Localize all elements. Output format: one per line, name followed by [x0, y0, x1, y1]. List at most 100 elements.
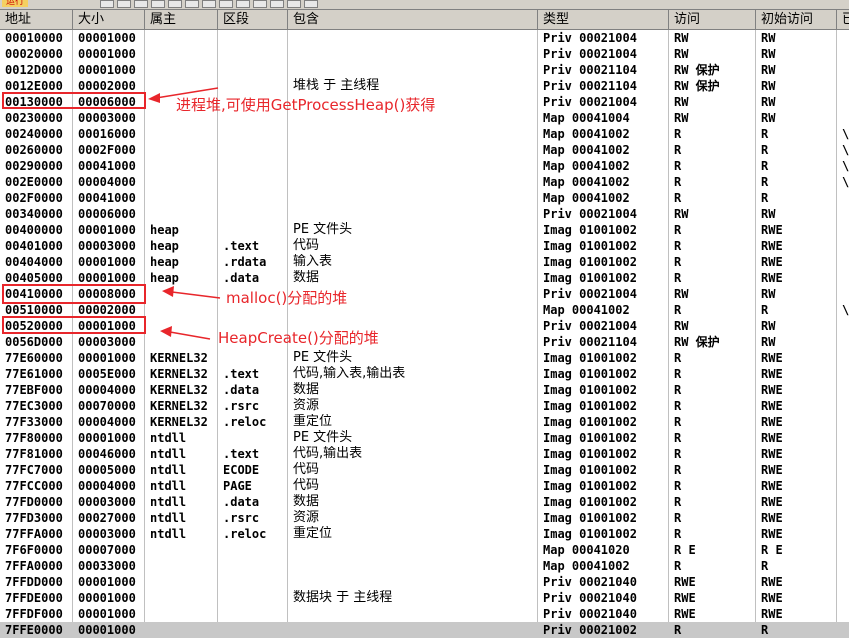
column-header: 地址 大小 属主 区段 包含 类型 访问 初始访问 已: [0, 10, 849, 30]
cell-address: 77EC3000: [5, 399, 63, 413]
table-row[interactable]: 00400000 00001000 heap PE 文件头 Imag 01001002 R…: [0, 222, 849, 238]
cell-access: RW: [674, 31, 689, 45]
toolbar-button-4[interactable]: [168, 0, 182, 8]
toolbar-button-8[interactable]: [236, 0, 250, 8]
cell-address: 77FD0000: [5, 495, 63, 509]
cell-access: R: [674, 527, 682, 541]
cell-access: R: [674, 159, 682, 173]
table-row[interactable]: 7FFDD000 00001000 Priv 00021040 RWE RWE: [0, 574, 849, 590]
cell-contains: 数据: [293, 270, 320, 285]
toolbar-button-6[interactable]: [202, 0, 216, 8]
toolbar-button-10[interactable]: [270, 0, 284, 8]
col-header-initial-access[interactable]: 初始访问: [756, 10, 837, 29]
cell-type: Imag 01001002: [543, 447, 637, 461]
cell-mapped: [837, 414, 849, 430]
cell-initial-access: RWE: [761, 223, 783, 237]
table-row[interactable]: 00404000 00001000 heap .rdata 输入表 Imag 010010…: [0, 254, 849, 270]
table-row[interactable]: 00260000 0002F000 Map 00041002 R R \: [0, 142, 849, 158]
cell-address: 00230000: [5, 111, 63, 125]
table-row[interactable]: 77F33000 00004000 KERNEL32 .reloc 重定位 Imag 01…: [0, 414, 849, 430]
cell-contains: [288, 542, 538, 558]
table-row[interactable]: 0056D000 00003000 Priv 00021104 RW 保护 RW: [0, 334, 849, 350]
cell-owner: [145, 126, 218, 142]
cell-section: [218, 430, 288, 446]
toolbar-button-7[interactable]: [219, 0, 233, 8]
table-row[interactable]: 77EBF000 00004000 KERNEL32 .data 数据 Imag 0100…: [0, 382, 849, 398]
cell-initial-access: RWE: [761, 511, 783, 525]
cell-type: Map 00041002: [543, 175, 630, 189]
cell-initial-access: RWE: [761, 367, 783, 381]
table-row[interactable]: 7FFE0000 00001000 Priv 00021002 R R: [0, 622, 849, 638]
table-row[interactable]: 00290000 00041000 Map 00041002 R R \: [0, 158, 849, 174]
toolbar-button-12[interactable]: [304, 0, 318, 8]
cell-contains: 数据: [293, 382, 320, 397]
table-row[interactable]: 77FD3000 00027000 ntdll .rsrc 资源 Imag 0100100…: [0, 510, 849, 526]
table-row[interactable]: 77FCC000 00004000 ntdll PAGE 代码 Imag 01001002…: [0, 478, 849, 494]
cell-owner: [145, 542, 218, 558]
col-header-owner[interactable]: 属主: [145, 10, 218, 29]
table-row[interactable]: 77FFA000 00003000 ntdll .reloc 重定位 Imag 01001…: [0, 526, 849, 542]
col-header-mapped[interactable]: 已: [837, 10, 849, 29]
table-row[interactable]: 00340000 00006000 Priv 00021004 RW RW: [0, 206, 849, 222]
col-header-section[interactable]: 区段: [218, 10, 288, 29]
cell-type: Imag 01001002: [543, 383, 637, 397]
toolbar-button-2[interactable]: [134, 0, 148, 8]
table-row[interactable]: 77EC3000 00070000 KERNEL32 .rsrc 资源 Imag 0100…: [0, 398, 849, 414]
col-header-type[interactable]: 类型: [538, 10, 669, 29]
cell-section: [218, 542, 288, 558]
cell-access: R: [674, 223, 682, 237]
col-header-size[interactable]: 大小: [73, 10, 145, 29]
toolbar-button-1[interactable]: [117, 0, 131, 8]
cell-initial-access: R: [761, 175, 769, 189]
toolbar-button-11[interactable]: [287, 0, 301, 8]
cell-initial-access: RWE: [761, 527, 783, 541]
cell-type: Priv 00021004: [543, 207, 637, 221]
cell-owner: heap: [150, 255, 179, 269]
cell-contains: [288, 126, 538, 142]
cell-section: [218, 142, 288, 158]
table-row[interactable]: 7FFA0000 00033000 Map 00041002 R R: [0, 558, 849, 574]
table-row[interactable]: 002E0000 00004000 Map 00041002 R R \: [0, 174, 849, 190]
cell-mapped: [837, 590, 849, 606]
toolbar-button-3[interactable]: [151, 0, 165, 8]
cell-section: [218, 574, 288, 590]
table-row[interactable]: 77FD0000 00003000 ntdll .data 数据 Imag 0100100…: [0, 494, 849, 510]
table-row[interactable]: 7FFDF000 00001000 Priv 00021040 RWE RWE: [0, 606, 849, 622]
cell-size: 00070000: [78, 399, 136, 413]
toolbar: 运行: [0, 0, 849, 10]
table-row[interactable]: 77FC7000 00005000 ntdll ECODE 代码 Imag 0100100…: [0, 462, 849, 478]
cell-type: Priv 00021004: [543, 95, 637, 109]
col-header-contains[interactable]: 包含: [288, 10, 538, 29]
toolbar-button-0[interactable]: [100, 0, 114, 8]
col-header-address[interactable]: 地址: [0, 10, 73, 29]
table-row[interactable]: 002F0000 00041000 Map 00041002 R R: [0, 190, 849, 206]
cell-access: R: [674, 447, 682, 461]
table-row[interactable]: 7FFDE000 00001000 数据块 于 主线程 Priv 00021040 RW…: [0, 590, 849, 606]
table-row[interactable]: 00401000 00003000 heap .text 代码 Imag 01001002…: [0, 238, 849, 254]
cell-section: [218, 622, 288, 638]
table-row[interactable]: 77E61000 0005E000 KERNEL32 .text 代码,输入表,输出表 I…: [0, 366, 849, 382]
cell-mapped: [837, 190, 849, 206]
toolbar-button-5[interactable]: [185, 0, 199, 8]
cell-mapped: \: [842, 143, 849, 157]
table-row[interactable]: 77F81000 00046000 ntdll .text 代码,输出表 Imag 010…: [0, 446, 849, 462]
table-row[interactable]: 7F6F0000 00007000 Map 00041020 R E R E: [0, 542, 849, 558]
cell-contains: [288, 142, 538, 158]
col-header-access[interactable]: 访问: [669, 10, 756, 29]
cell-owner: [145, 142, 218, 158]
table-row[interactable]: 0012D000 00001000 Priv 00021104 RW 保护 RW: [0, 62, 849, 78]
annotation-malloc-heap: malloc()分配的堆: [226, 289, 348, 307]
cell-initial-access: RWE: [761, 591, 783, 605]
table-row[interactable]: 00240000 00016000 Map 00041002 R R \: [0, 126, 849, 142]
table-row[interactable]: 77E60000 00001000 KERNEL32 PE 文件头 Imag 01001…: [0, 350, 849, 366]
table-row[interactable]: 00020000 00001000 Priv 00021004 RW RW: [0, 46, 849, 62]
cell-address: 7F6F0000: [5, 543, 63, 557]
table-row[interactable]: 77F80000 00001000 ntdll PE 文件头 Imag 01001002…: [0, 430, 849, 446]
cell-owner: [145, 590, 218, 606]
toolbar-button-9[interactable]: [253, 0, 267, 8]
cell-access: R: [674, 303, 682, 317]
cell-size: 00004000: [78, 175, 136, 189]
cell-access: RWE: [674, 575, 696, 589]
cell-initial-access: RW: [761, 319, 776, 333]
table-row[interactable]: 00010000 00001000 Priv 00021004 RW RW: [0, 30, 849, 46]
